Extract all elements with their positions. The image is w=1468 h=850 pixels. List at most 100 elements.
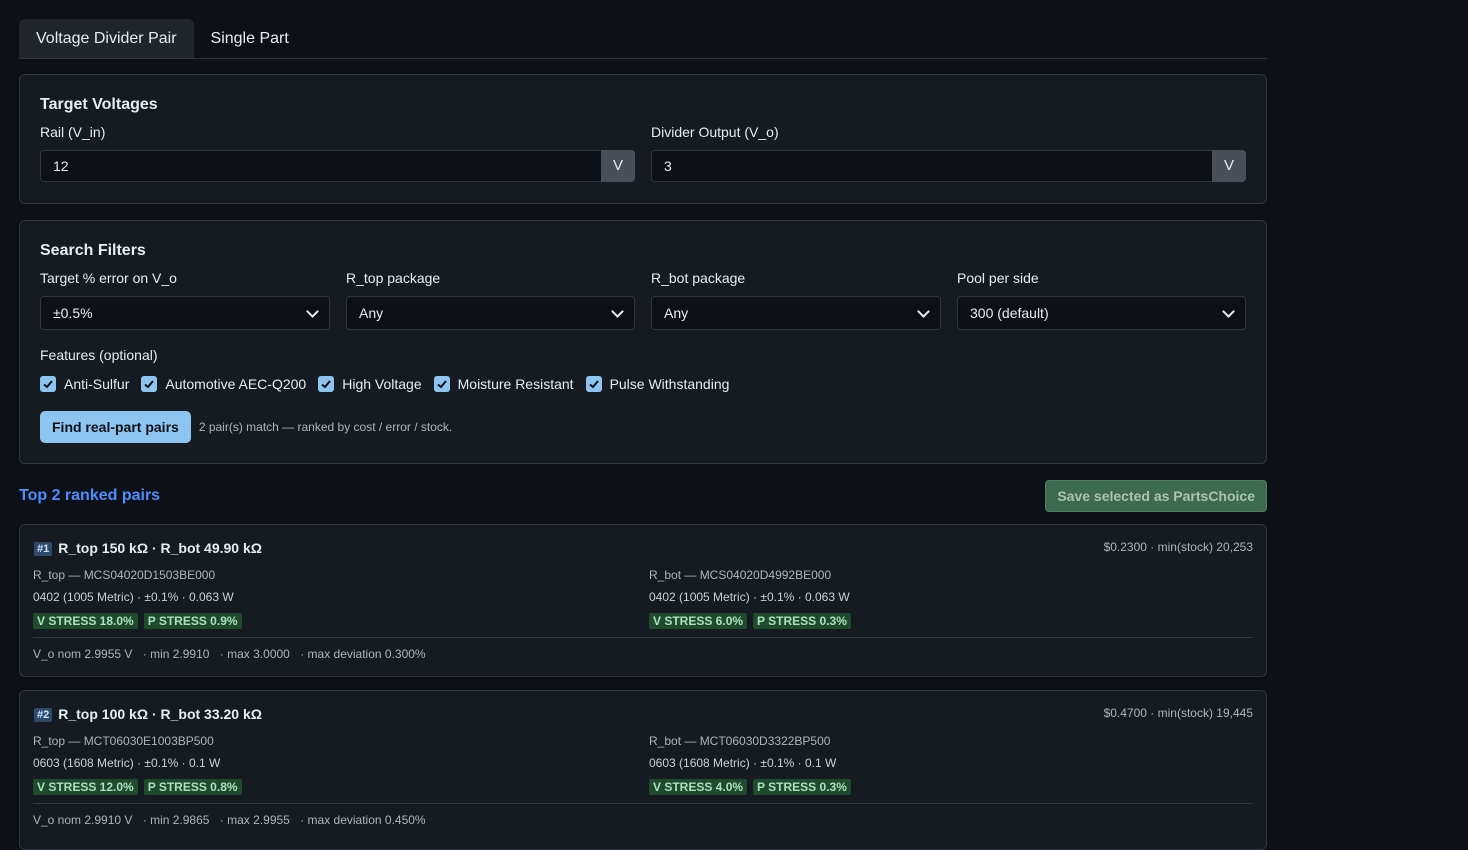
rail-input[interactable]	[40, 150, 601, 182]
feature-label: High Voltage	[342, 376, 422, 392]
vo-nom: V_o nom 2.9910 V	[33, 813, 133, 827]
tab-bar: Voltage Divider Pair Single Part	[19, 19, 1267, 59]
save-partschoice-button[interactable]: Save selected as PartsChoice	[1045, 480, 1267, 512]
results-title: Top 2 ranked pairs	[19, 487, 161, 504]
rank-badge: #2	[34, 708, 53, 722]
rbot-package-group: R_bot package Any	[651, 270, 941, 330]
rtop-spec: 0402 (1005 Metric) · ±0.1% · 0.063 W	[33, 590, 234, 604]
rtop-spec: 0603 (1608 Metric) · ±0.1% · 0.1 W	[33, 756, 221, 770]
pool-group: Pool per side 300 (default)	[957, 270, 1246, 330]
vo-max: · max 3.0000	[219, 647, 290, 661]
rtop-part-number: R_top — MCT06030E1003BP500	[33, 734, 214, 748]
rtop-package-label: R_top package	[346, 270, 441, 286]
checkbox-checked-icon[interactable]	[141, 376, 158, 392]
features-label: Features (optional)	[40, 347, 158, 363]
p-stress-badge: P STRESS 0.9%	[143, 613, 242, 629]
rank-badge: #1	[34, 542, 53, 556]
result-heading: #2 R_top 100 kΩ · R_bot 33.20 kΩ	[34, 706, 262, 722]
divider	[33, 803, 1253, 804]
vo-max: · max 2.9955	[219, 813, 290, 827]
p-stress-badge: P STRESS 0.8%	[143, 779, 242, 795]
app: Voltage Divider Pair Single Part Target …	[19, 19, 1267, 850]
rbot-package-label: R_bot package	[651, 270, 746, 286]
checkbox-checked-icon[interactable]	[585, 376, 602, 392]
max-deviation: · max deviation 0.300%	[300, 647, 426, 661]
find-pairs-button[interactable]: Find real-part pairs	[40, 411, 191, 443]
error-select[interactable]: ±0.5%	[40, 296, 330, 330]
p-stress-badge: P STRESS 0.3%	[753, 779, 851, 795]
max-deviation: · max deviation 0.450%	[300, 813, 426, 827]
feature-label: Anti-Sulfur	[64, 376, 130, 392]
result-heading: #1 R_top 150 kΩ · R_bot 49.90 kΩ	[34, 540, 262, 556]
search-filters-card: Search Filters Target % error on V_o ±0.…	[19, 220, 1267, 464]
error-select-value: ±0.5%	[53, 305, 93, 321]
output-group: Divider Output (V_o) V	[651, 124, 1246, 182]
rbot-detail: R_bot — MCS04020D4992BE000 0402 (1005 Me…	[649, 568, 1249, 629]
feature-pulse-withstanding[interactable]: Pulse Withstanding	[585, 376, 730, 392]
features-list: Anti-Sulfur Automotive AEC-Q200 High Vol…	[40, 376, 741, 392]
feature-high-voltage[interactable]: High Voltage	[318, 376, 422, 392]
vo-summary: V_o nom 2.9955 V · min 2.9910 · max 3.00…	[33, 647, 426, 661]
tab-voltage-divider-pair[interactable]: Voltage Divider Pair	[19, 19, 194, 58]
result-title: R_top 100 kΩ · R_bot 33.20 kΩ	[58, 706, 262, 722]
v-stress-badge: V STRESS 4.0%	[649, 779, 748, 795]
v-stress-badge: V STRESS 12.0%	[33, 779, 138, 795]
result-card[interactable]: #2 R_top 100 kΩ · R_bot 33.20 kΩ $0.4700 …	[19, 690, 1267, 850]
output-input[interactable]	[651, 150, 1212, 182]
checkbox-checked-icon[interactable]	[318, 376, 335, 392]
rbot-package-value: Any	[664, 305, 689, 321]
rail-unit: V	[601, 150, 635, 182]
rbot-detail: R_bot — MCT06030D3322BP500 0603 (1608 Me…	[649, 734, 1249, 795]
feature-anti-sulfur[interactable]: Anti-Sulfur	[40, 376, 129, 392]
target-voltages-card: Target Voltages Rail (V_in) V Divider Ou…	[19, 74, 1267, 204]
feature-label: Pulse Withstanding	[609, 376, 730, 392]
divider	[33, 637, 1253, 638]
rbot-part-number: R_bot — MCS04020D4992BE000	[649, 568, 832, 582]
find-row: Find real-part pairs 2 pair(s) match — r…	[40, 411, 452, 443]
tab-single-part[interactable]: Single Part	[194, 19, 306, 58]
rtop-package-group: R_top package Any	[346, 270, 635, 330]
vo-min: · min 2.9910	[142, 647, 210, 661]
v-stress-badge: V STRESS 18.0%	[33, 613, 138, 629]
rtop-part-number: R_top — MCS04020D1503BE000	[33, 568, 216, 582]
rbot-part-number: R_bot — MCT06030D3322BP500	[649, 734, 831, 748]
vo-summary: V_o nom 2.9910 V · min 2.9865 · max 2.99…	[33, 813, 426, 827]
rail-label: Rail (V_in)	[40, 124, 106, 140]
rbot-spec: 0402 (1005 Metric) · ±0.1% · 0.063 W	[649, 590, 850, 604]
feature-label: Automotive AEC-Q200	[165, 376, 307, 392]
chevron-down-icon	[1222, 304, 1235, 318]
p-stress-badge: P STRESS 0.3%	[753, 613, 851, 629]
rail-group: Rail (V_in) V	[40, 124, 635, 182]
output-label: Divider Output (V_o)	[651, 124, 779, 140]
pool-label: Pool per side	[957, 270, 1039, 286]
chevron-down-icon	[611, 304, 624, 318]
vo-nom: V_o nom 2.9955 V	[33, 647, 133, 661]
checkbox-checked-icon[interactable]	[40, 376, 56, 392]
rtop-package-select[interactable]: Any	[346, 296, 635, 330]
error-label: Target % error on V_o	[40, 270, 177, 286]
rbot-spec: 0603 (1608 Metric) · ±0.1% · 0.1 W	[649, 756, 837, 770]
rtop-detail: R_top — MCT06030E1003BP500 0603 (1608 Me…	[33, 734, 633, 795]
feature-label: Moisture Resistant	[457, 376, 574, 392]
feature-automotive-aec-q200[interactable]: Automotive AEC-Q200	[141, 376, 306, 392]
v-stress-badge: V STRESS 6.0%	[649, 613, 748, 629]
match-status: 2 pair(s) match — ranked by cost / error…	[198, 420, 453, 434]
error-group: Target % error on V_o ±0.5%	[40, 270, 330, 330]
pool-select[interactable]: 300 (default)	[957, 296, 1246, 330]
search-filters-title: Search Filters	[40, 242, 146, 259]
pool-value: 300 (default)	[970, 305, 1049, 321]
rtop-package-value: Any	[359, 305, 384, 321]
checkbox-checked-icon[interactable]	[433, 376, 450, 392]
output-unit: V	[1212, 150, 1246, 182]
result-cost-stock: $0.4700 · min(stock) 19,445	[1103, 706, 1253, 720]
target-voltages-title: Target Voltages	[40, 96, 158, 113]
feature-moisture-resistant[interactable]: Moisture Resistant	[433, 376, 574, 392]
result-title: R_top 150 kΩ · R_bot 49.90 kΩ	[58, 540, 262, 556]
chevron-down-icon	[306, 304, 319, 318]
rtop-detail: R_top — MCS04020D1503BE000 0402 (1005 Me…	[33, 568, 633, 629]
result-card[interactable]: #1 R_top 150 kΩ · R_bot 49.90 kΩ $0.2300 …	[19, 524, 1267, 677]
rbot-package-select[interactable]: Any	[651, 296, 941, 330]
vo-min: · min 2.9865	[142, 813, 210, 827]
result-cost-stock: $0.2300 · min(stock) 20,253	[1103, 540, 1253, 554]
chevron-down-icon	[917, 304, 930, 318]
